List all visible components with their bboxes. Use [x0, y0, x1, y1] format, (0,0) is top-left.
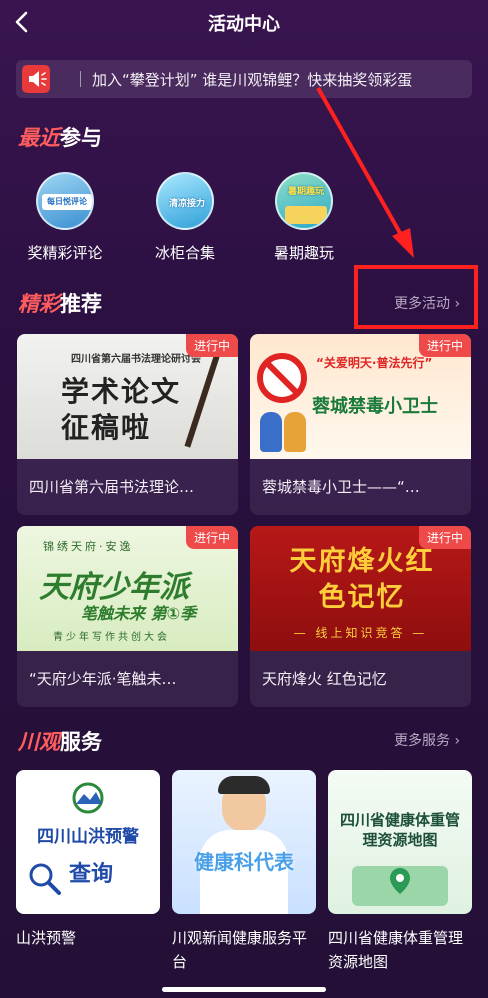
annotation-highlight-box — [354, 265, 478, 329]
annotation-arrowhead — [392, 228, 414, 258]
annotation-arrow-line — [316, 87, 406, 241]
home-indicator — [162, 987, 326, 992]
annotation-overlay — [316, 87, 478, 329]
